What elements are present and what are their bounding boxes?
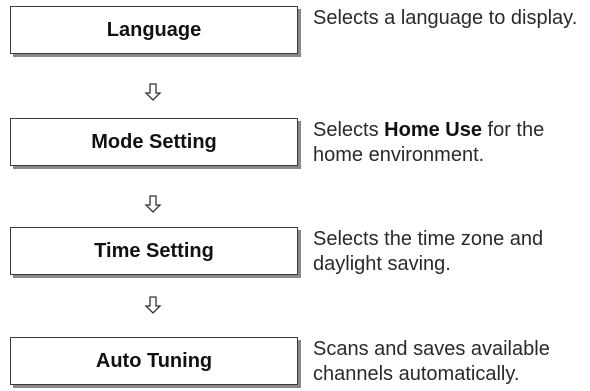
step-time-setting-description: Selects the time zone and daylight savin… <box>313 228 544 275</box>
step-title: Mode Setting <box>91 130 217 153</box>
step-mode-setting-description: Selects Home Use for the home environmen… <box>313 119 545 166</box>
step-auto-tuning-box: Auto Tuning <box>10 337 298 385</box>
step-time-setting-box: Time Setting <box>10 227 298 275</box>
step-language-description: Selects a language to display. <box>313 7 578 29</box>
step-language-box: Language <box>10 6 298 54</box>
step-mode-setting-box: Mode Setting <box>10 118 298 166</box>
step-title: Auto Tuning <box>95 349 213 372</box>
step-auto-tuning-description: Scans and saves available channels autom… <box>313 338 550 385</box>
step-title: Language <box>106 18 202 41</box>
step-title: Time Setting <box>94 239 214 262</box>
home-use-emphasis: Home Use <box>384 119 482 141</box>
down-arrow-icon <box>144 296 162 314</box>
down-arrow-icon <box>144 83 162 101</box>
down-arrow-icon <box>144 195 162 213</box>
